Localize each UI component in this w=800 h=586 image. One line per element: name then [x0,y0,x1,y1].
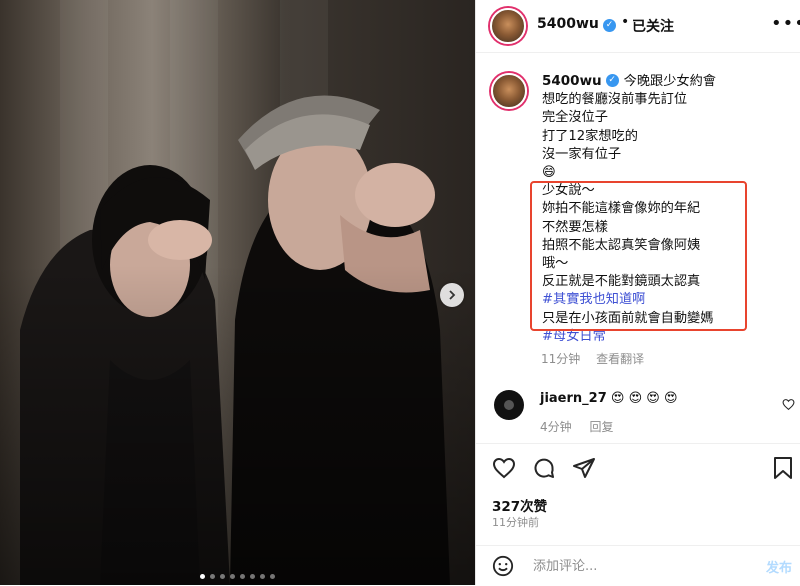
comment-text: 😍 😍 😍 😍 [610,391,678,406]
comment-bubble-icon[interactable] [532,456,556,480]
caption-line: 今晚跟少女約會 [623,74,716,89]
follow-button[interactable]: 已关注 [632,16,674,36]
chevron-right-icon [449,290,456,300]
heart-icon[interactable] [492,456,516,480]
caption-emoji: 😄 [542,165,556,181]
caption-line: 沒一家有位子 [542,146,622,162]
caption-meta: 11分钟 查看翻译 [541,350,656,367]
caption-author-avatar[interactable] [491,73,527,109]
comment-time: 4分钟 [540,420,572,434]
verified-badge-icon: ✓ [605,73,619,87]
more-options-icon[interactable]: ••• [771,13,800,34]
carousel-dot[interactable] [220,574,225,579]
like-count[interactable]: 327次赞 [492,495,547,515]
post-time: 11分钟前 [492,516,539,529]
author-username[interactable]: 5400wu [537,16,599,32]
bookmark-icon[interactable] [772,456,794,480]
caption-line: 哦～ [542,256,569,272]
emoji-icon[interactable] [492,555,514,577]
caption-username[interactable]: 5400wu [542,73,602,89]
comment-meta: 4分钟 回复 [540,418,627,435]
photo-shade [0,265,475,585]
caption-line: 少女說～ [542,183,595,199]
post-photo[interactable] [0,0,475,585]
caption-line: 打了12家想吃的 [542,128,638,144]
carousel-dot[interactable] [230,574,235,579]
caption-line: 想吃的餐廳沒前事先訂位 [542,92,688,108]
translate-link[interactable]: 查看翻译 [596,352,644,366]
author-avatar[interactable] [490,8,526,44]
hashtag-link[interactable]: #母女日常 [542,328,792,346]
post-caption: 5400wu ✓ 今晚跟少女約會 想吃的餐廳沒前事先訂位 完全沒位子 打了12家想吃… [542,72,792,346]
header-separator: • [621,14,630,30]
carousel-dot[interactable] [200,574,205,579]
caption-line: 妳拍不能這樣會像妳的年紀 [542,201,701,217]
caption-line: 只是在小孩面前就會自動變媽 [542,310,714,326]
paper-plane-icon[interactable] [572,456,596,480]
reply-button[interactable]: 回复 [589,420,613,434]
hashtag-link[interactable]: #其實我也知道啊 [542,291,792,309]
add-comment-row: 发布 [476,545,800,586]
verified-badge-icon: ✓ [603,19,616,32]
comment-username[interactable]: jiaern_27 [540,391,607,406]
carousel-dot[interactable] [270,574,275,579]
action-bar [476,443,800,494]
post-comment-button[interactable]: 发布 [766,557,792,576]
carousel-dot[interactable] [250,574,255,579]
carousel-dot[interactable] [210,574,215,579]
comment-input[interactable] [531,554,745,578]
post-header: 5400wu ✓ • 已关注 ••• [476,0,800,53]
comment: jiaern_27 😍 😍 😍 😍 [540,391,678,406]
caption-line: 不然要怎樣 [542,219,608,235]
commenter-avatar[interactable] [494,390,524,420]
comment-heart-icon[interactable] [782,398,795,411]
caption-time: 11分钟 [541,352,581,366]
avatar-dot [504,400,514,410]
carousel-dot[interactable] [260,574,265,579]
carousel-dots [0,574,475,579]
caption-line: 完全沒位子 [542,110,608,126]
carousel-dot[interactable] [240,574,245,579]
caption-line: 拍照不能太認真笑會像阿姨 [542,237,701,253]
caption-line: 反正就是不能對鏡頭太認真 [542,274,701,290]
next-photo-button[interactable] [440,283,464,307]
